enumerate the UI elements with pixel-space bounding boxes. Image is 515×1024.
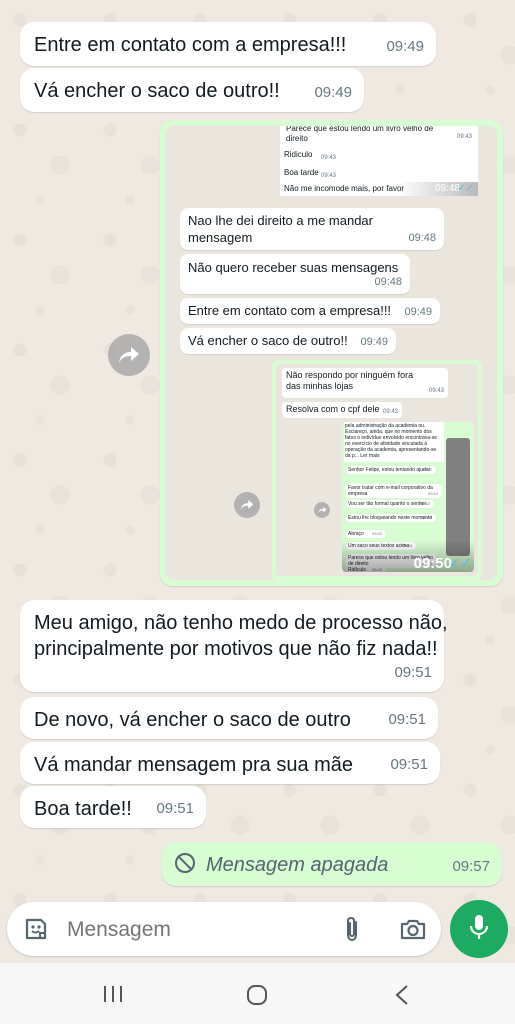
innermost-message-time: 09:42 xyxy=(419,501,430,506)
screenshot-message-text: Entre em contato com a empresa!!! xyxy=(188,303,392,318)
message-text: Vá encher o saco de outro!! xyxy=(34,80,280,102)
message-time: 09:57 xyxy=(452,858,490,875)
microphone-button[interactable] xyxy=(450,900,508,958)
screenshot-message-time: 09:48 xyxy=(408,232,436,244)
screenshot-message: Nao lhe dei direito a me mandar mensagem… xyxy=(180,208,444,250)
innermost-long-text: pela administração da academia ou. Escla… xyxy=(344,422,444,462)
camera-icon[interactable] xyxy=(399,916,427,942)
message-bubble[interactable]: Entre em contato com a empresa!!! 09:49 xyxy=(20,22,436,66)
image-message[interactable]: Parece que estou lendo um livro velho de… xyxy=(160,120,503,586)
innermost-message: Senhor Felipe, estou tentando ajudar 09:4… xyxy=(346,466,436,474)
innermost-message-time: 09:42 xyxy=(427,491,438,496)
message-bubble[interactable]: Vá encher o saco de outro!! 09:49 xyxy=(20,68,364,112)
nested-message-text: Não respondo por ninguém fora das minhas… xyxy=(286,370,414,391)
fragment-time: 09:43 xyxy=(320,173,336,179)
innermost-message: Estou lhe bloqueando neste momento 09:42 xyxy=(346,514,436,522)
screenshot-image: Parece que estou lendo um livro velho de… xyxy=(166,126,497,580)
innermost-message: Abraço 09:42 xyxy=(346,530,386,538)
message-bubble[interactable]: Boa tarde!! 09:51 xyxy=(20,786,206,828)
nested-message-time: 09:43 xyxy=(428,388,444,394)
message-time: 09:49 xyxy=(386,38,424,55)
screenshot-message-time: 09:49 xyxy=(360,336,388,348)
message-time: 09:49 xyxy=(314,84,352,101)
innermost-image: pela administração da academia ou. Escla… xyxy=(342,422,474,572)
message-bubble[interactable]: De novo, vá encher o saco de outro 09:51 xyxy=(20,697,438,739)
nested-message-time: 09:43 xyxy=(382,409,398,415)
innermost-message-text: Favor tratar com e-mail corporativo da e… xyxy=(348,485,433,497)
recent-apps-icon[interactable] xyxy=(102,985,124,1003)
read-ticks-icon: ✓✓ xyxy=(457,183,474,194)
message-time: 09:51 xyxy=(388,711,426,728)
fragment-bubble: Não me incomode mais, por favor 09:48 ✓✓ xyxy=(280,182,478,196)
forward-icon[interactable] xyxy=(108,334,150,376)
back-icon[interactable] xyxy=(394,984,410,1006)
screenshot-message-text: Não quero receber suas mensagens xyxy=(188,260,399,275)
deleted-message-bubble[interactable]: Mensagem apagada 09:57 xyxy=(162,842,502,886)
read-ticks-icon: ✓✓ xyxy=(448,555,472,571)
forward-icon xyxy=(234,492,260,518)
blocked-icon xyxy=(174,852,196,874)
message-input[interactable] xyxy=(65,914,329,946)
nested-screenshot-image: Não respondo por ninguém fora das minhas… xyxy=(276,364,478,576)
message-text: Entre em contato com a empresa!!! xyxy=(34,34,347,56)
deleted-message-text: Mensagem apagada xyxy=(206,854,389,876)
screenshot-message-text: Nao lhe dei direito a me mandar mensagem xyxy=(188,213,373,245)
attach-icon[interactable] xyxy=(341,915,363,943)
fragment-text: Boa tarde xyxy=(284,168,319,177)
message-bubble[interactable]: Meu amigo, não tenho medo de processo nã… xyxy=(20,600,448,692)
message-bubble[interactable]: Vá mandar mensagem pra sua mãe 09:51 xyxy=(20,742,440,784)
message-time: 09:51 xyxy=(156,800,194,817)
screenshot-message-time: 09:48 xyxy=(374,276,402,288)
nested-message: Não respondo por ninguém fora das minhas… xyxy=(282,368,448,398)
forward-icon xyxy=(314,502,330,518)
video-thumbnail xyxy=(446,438,470,556)
innermost-message-text: Abraço xyxy=(348,531,364,537)
message-text: Meu amigo, não tenho medo de processo nã… xyxy=(34,612,448,660)
fragment-text: Parece que estou lendo um livro velho de… xyxy=(286,126,434,143)
message-text: De novo, vá encher o saco de outro xyxy=(34,709,351,731)
screenshot-message: Não quero receber suas mensagens 09:48 xyxy=(180,254,410,294)
system-navigation-bar xyxy=(0,963,515,1024)
fragment-bubble: Ridiculo 09:43 xyxy=(280,148,340,164)
fragment-time: 09:43 xyxy=(456,134,472,140)
microphone-icon xyxy=(469,913,489,946)
message-text: Vá mandar mensagem pra sua mãe xyxy=(34,754,354,776)
innermost-message: Favor tratar com e-mail corporativo da e… xyxy=(346,484,442,498)
screenshot-message-text: Vá encher o saco de outro!! xyxy=(188,333,348,348)
message-input-bar[interactable] xyxy=(7,902,441,956)
innermost-message-text: Senhor Felipe, estou tentando ajudar xyxy=(348,467,431,473)
message-time: 09:51 xyxy=(394,664,432,681)
innermost-message: Vou ser tão formal quanto o senhor 09:42 xyxy=(346,500,434,508)
nested-image-message: Não respondo por ninguém fora das minhas… xyxy=(272,360,482,580)
nested-message-text: Resolva com o cpf dele xyxy=(286,404,380,414)
fragment-text: Não me incomode mais, por favor xyxy=(284,184,405,193)
innermost-message-time: 09:42 xyxy=(421,515,432,520)
fragment-text: Ridiculo xyxy=(284,150,313,159)
innermost-message-time: 09:42 xyxy=(421,467,432,472)
nested-image-time: 09:50 xyxy=(413,555,452,572)
fragment-time: 09:43 xyxy=(320,155,336,161)
screenshot-message-time: 09:49 xyxy=(404,306,432,318)
screenshot-message: Entre em contato com a empresa!!! 09:49 xyxy=(180,298,440,324)
message-time: 09:51 xyxy=(390,756,428,773)
sticker-icon[interactable] xyxy=(23,916,49,942)
innermost-message-text: Estou lhe bloqueando neste momento xyxy=(348,515,433,521)
innermost-message-time: 09:42 xyxy=(371,531,382,536)
fragment-time: 09:48 xyxy=(434,183,460,194)
screenshot-message: Vá encher o saco de outro!! 09:49 xyxy=(180,328,396,354)
nested-message: Resolva com o cpf dele 09:43 xyxy=(282,402,402,418)
message-text: Boa tarde!! xyxy=(34,798,132,820)
home-icon[interactable] xyxy=(246,984,268,1006)
innermost-message-text: Vou ser tão formal quanto o senhor xyxy=(348,501,427,507)
fragment-bubble: Boa tarde 09:43 xyxy=(280,166,340,182)
